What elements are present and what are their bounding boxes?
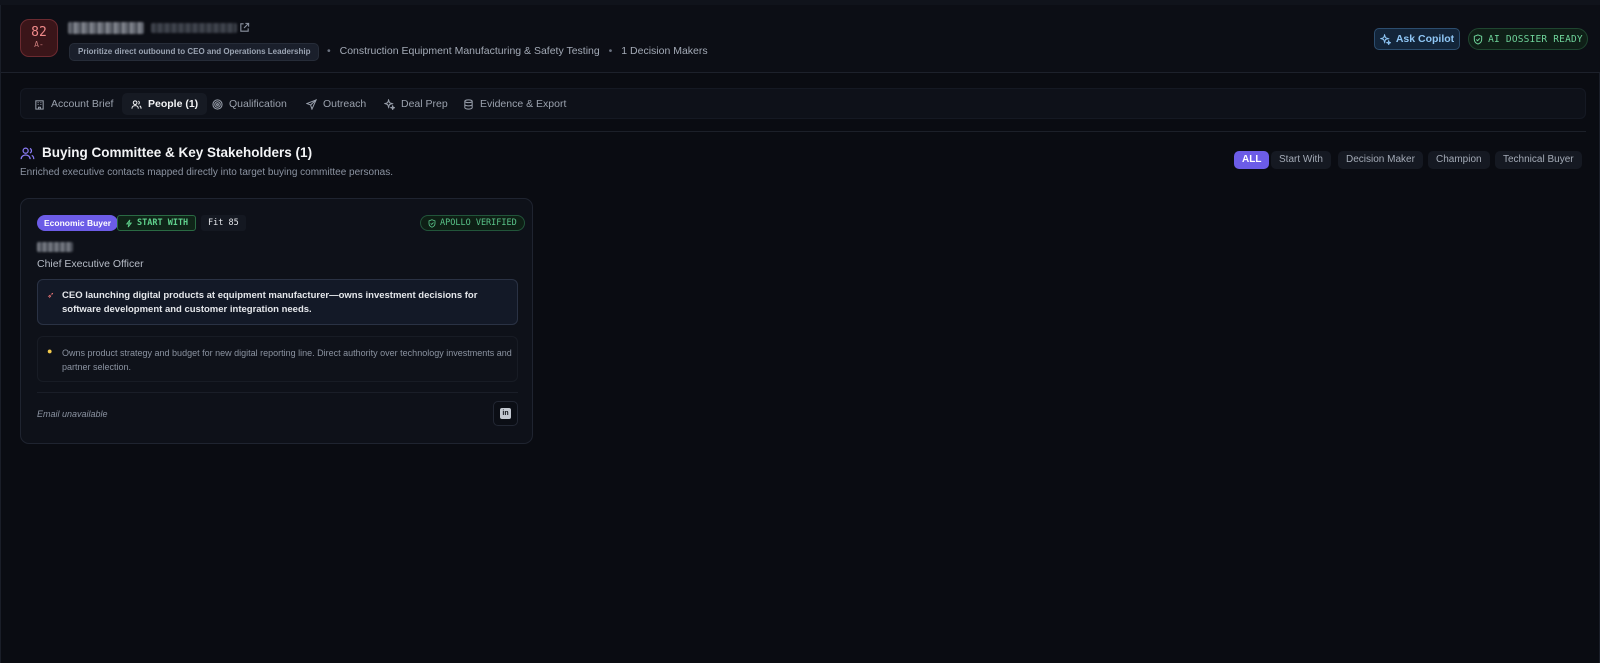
sparkles-icon <box>384 98 395 110</box>
sparkles-icon <box>1379 33 1391 45</box>
tab-label: Outreach <box>323 98 367 110</box>
app-frame: 82 A- Prioritize direct outbound to CEO … <box>0 5 1600 663</box>
users-icon <box>20 147 35 160</box>
apollo-verified-label: APOLLO VERIFIED <box>440 218 517 228</box>
target-arrow-icon: ➶ <box>47 290 55 300</box>
role-badge: Economic Buyer <box>37 215 119 231</box>
tab-label: Qualification <box>229 98 287 110</box>
score-value: 82 <box>31 25 47 40</box>
tab-people[interactable]: People (1) <box>122 93 208 115</box>
ai-dossier-status-badge: AI DOSSIER READY <box>1468 28 1588 50</box>
lightbulb-icon: ● <box>47 346 53 356</box>
tab-outreach[interactable]: Outreach <box>297 93 375 115</box>
contact-note-text: Owns product strategy and budget for new… <box>62 348 512 372</box>
contact-card: Economic Buyer START WITH Fit 85 APOLLO … <box>20 198 533 444</box>
account-meta: • Construction Equipment Manufacturing &… <box>321 45 708 57</box>
shield-check-icon <box>428 218 436 228</box>
users-icon <box>131 99 142 109</box>
tab-deal-prep[interactable]: Deal Prep <box>375 93 457 115</box>
shield-check-icon <box>1473 33 1483 45</box>
tab-label: Deal Prep <box>401 98 448 110</box>
filter-decision-maker[interactable]: Decision Maker <box>1338 151 1423 169</box>
ai-dossier-status-label: AI DOSSIER READY <box>1488 33 1583 45</box>
tab-bar: Account Brief People (1) Qualification O… <box>20 88 1586 119</box>
separator-dot: • <box>608 45 613 57</box>
start-with-badge: START WITH <box>117 215 197 231</box>
section-divider <box>20 131 1586 132</box>
contact-insight-text: CEO launching digital products at equipm… <box>62 290 478 315</box>
tab-label: People (1) <box>148 98 199 110</box>
email-status: Email unavailable <box>37 409 108 419</box>
account-score-badge: 82 A- <box>20 19 58 57</box>
tab-label: Evidence & Export <box>480 98 567 110</box>
contact-note-box: ● Owns product strategy and budget for n… <box>37 336 518 382</box>
database-icon <box>464 98 473 110</box>
target-icon <box>212 98 223 110</box>
filter-all[interactable]: ALL <box>1234 151 1270 169</box>
contact-job-title: Chief Executive Officer <box>37 258 144 270</box>
send-icon <box>306 98 317 110</box>
industry-label: Construction Equipment Manufacturing & S… <box>339 45 600 57</box>
fit-score-badge: Fit 85 <box>201 215 246 231</box>
external-link-icon[interactable] <box>239 22 250 33</box>
separator-dot: • <box>327 45 331 57</box>
tab-account-brief[interactable]: Account Brief <box>25 93 122 115</box>
decision-makers-count: 1 Decision Makers <box>621 45 708 57</box>
filter-champion[interactable]: Champion <box>1428 151 1490 169</box>
company-domain-redacted[interactable] <box>151 23 237 33</box>
tab-qualification[interactable]: Qualification <box>203 93 296 115</box>
contact-name-redacted <box>37 242 73 252</box>
linkedin-button[interactable]: in <box>493 401 518 426</box>
tab-label: Account Brief <box>51 98 114 110</box>
account-header: 82 A- Prioritize direct outbound to CEO … <box>1 5 1600 73</box>
filter-technical-buyer[interactable]: Technical Buyer <box>1495 151 1582 169</box>
building-icon <box>35 99 44 110</box>
start-with-label: START WITH <box>137 218 189 228</box>
card-divider <box>37 392 518 393</box>
ask-copilot-label: Ask Copilot <box>1395 33 1455 45</box>
linkedin-icon: in <box>500 408 511 419</box>
section-title: Buying Committee & Key Stakeholders (1) <box>42 145 313 160</box>
tab-evidence-export[interactable]: Evidence & Export <box>454 93 575 115</box>
priority-pill: Prioritize direct outbound to CEO and Op… <box>69 43 320 61</box>
ask-copilot-button[interactable]: Ask Copilot <box>1374 28 1460 50</box>
contact-insight-box: ➶ CEO launching digital products at equi… <box>37 279 518 325</box>
section-subtitle: Enriched executive contacts mapped direc… <box>20 167 393 178</box>
filter-start-with[interactable]: Start With <box>1271 151 1331 169</box>
lightning-icon <box>125 219 133 227</box>
company-name-redacted <box>68 22 144 34</box>
apollo-verified-badge: APOLLO VERIFIED <box>420 215 525 231</box>
score-grade: A- <box>34 40 44 49</box>
